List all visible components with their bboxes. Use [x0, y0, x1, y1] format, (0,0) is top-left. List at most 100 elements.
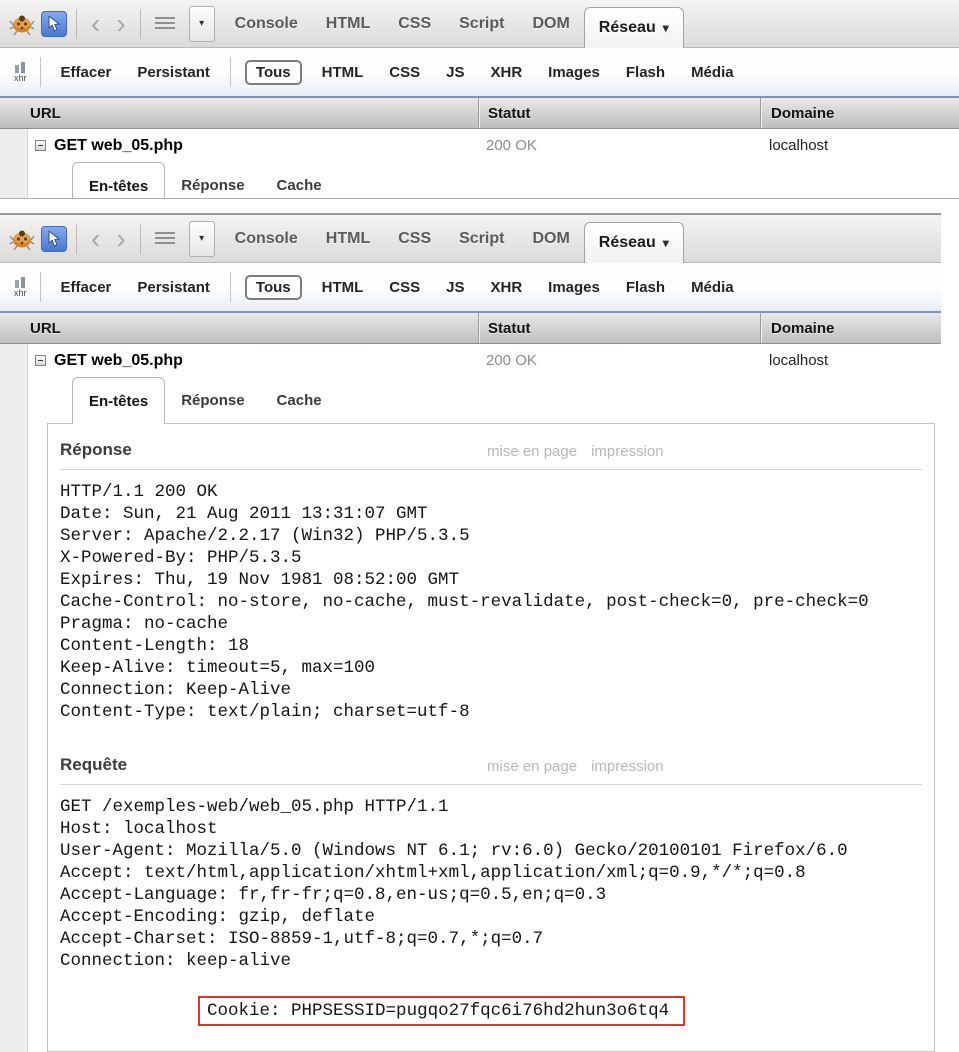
tab-dom[interactable]: DOM [518, 230, 583, 248]
filter-flash[interactable]: Flash [613, 279, 678, 296]
layout-link[interactable]: mise en page [487, 758, 577, 775]
tab-network-label: Réseau [599, 234, 656, 252]
column-header-url[interactable]: URL [0, 313, 478, 343]
inspect-element-icon[interactable] [41, 11, 67, 37]
filter-js[interactable]: JS [433, 279, 477, 296]
persist-button[interactable]: Persistant [124, 64, 223, 81]
xhr-bars-glyph [15, 277, 25, 288]
filter-media[interactable]: Média [678, 279, 747, 296]
tab-css[interactable]: CSS [384, 230, 445, 248]
chevron-down-icon: ▾ [663, 21, 669, 35]
firebug-panel: ‹ › ▾ Console HTML CSS Script DOM Réseau… [0, 0, 959, 198]
response-header-line: Server: Apache/2.2.17 (Win32) PHP/5.3.5 [60, 525, 922, 547]
filter-xhr[interactable]: XHR [478, 279, 536, 296]
tab-network-active[interactable]: Réseau ▾ [584, 222, 684, 263]
column-header-status[interactable]: Statut [478, 313, 760, 343]
request-header-line: User-Agent: Mozilla/5.0 (Windows NT 6.1;… [60, 840, 922, 862]
panel-list-icon[interactable] [155, 17, 175, 31]
detail-tab-cache[interactable]: Cache [261, 162, 338, 198]
firebug-logo-icon[interactable] [9, 227, 35, 251]
clear-button[interactable]: Effacer [48, 64, 125, 81]
column-header-domain[interactable]: Domaine [760, 313, 941, 343]
tab-css[interactable]: CSS [384, 15, 445, 33]
left-gutter [0, 129, 28, 198]
panel-list-icon[interactable] [155, 232, 175, 246]
options-dropdown-button[interactable]: ▾ [189, 6, 215, 42]
network-request-row[interactable]: GET web_05.php 200 OK localhost [28, 344, 941, 377]
firebug-panel: ‹ › ▾ Console HTML CSS Script DOM Réseau… [0, 215, 941, 1052]
response-header-line: HTTP/1.1 200 OK [60, 481, 922, 503]
clear-button[interactable]: Effacer [48, 279, 125, 296]
network-filter-toolbar: xhr Effacer Persistant Tous HTML CSS JS … [0, 263, 941, 313]
toolbar-separator [140, 224, 141, 254]
detail-tab-headers[interactable]: En-têtes [72, 377, 165, 424]
firebug-logo-icon[interactable] [9, 12, 35, 36]
forward-icon[interactable]: › [108, 12, 133, 36]
tab-html[interactable]: HTML [312, 230, 384, 248]
detail-tab-response[interactable]: Réponse [165, 377, 260, 424]
filter-all-active[interactable]: Tous [245, 60, 302, 85]
request-header-line: Accept: text/html,application/xhtml+xml,… [60, 862, 922, 884]
filter-xhr[interactable]: XHR [478, 64, 536, 81]
network-request-row[interactable]: GET web_05.php 200 OK localhost [28, 129, 959, 162]
request-status: 200 OK [477, 137, 759, 154]
back-icon[interactable]: ‹ [83, 12, 108, 36]
request-status: 200 OK [477, 352, 759, 369]
options-dropdown-button[interactable]: ▾ [189, 221, 215, 257]
filterbar-separator [230, 272, 231, 302]
response-header-line: Expires: Thu, 19 Nov 1981 08:52:00 GMT [60, 569, 922, 591]
print-link[interactable]: impression [591, 758, 664, 775]
headers-detail-panel: Réponse mise en page impression HTTP/1.1… [47, 423, 935, 1052]
xhr-breakpoints-icon[interactable]: xhr [14, 62, 27, 83]
column-header-domain[interactable]: Domaine [760, 98, 959, 128]
inspect-element-icon[interactable] [41, 226, 67, 252]
filter-html[interactable]: HTML [309, 279, 377, 296]
filter-js[interactable]: JS [433, 64, 477, 81]
forward-icon[interactable]: › [108, 227, 133, 251]
response-header-line: Pragma: no-cache [60, 613, 922, 635]
tab-console[interactable]: Console [221, 15, 312, 33]
request-group-title: Requête [60, 755, 127, 774]
tab-dom[interactable]: DOM [518, 15, 583, 33]
tab-script[interactable]: Script [445, 230, 518, 248]
column-header-url[interactable]: URL [0, 98, 478, 128]
tab-console[interactable]: Console [221, 230, 312, 248]
filter-images[interactable]: Images [535, 64, 613, 81]
response-header-line: Cache-Control: no-store, no-cache, must-… [60, 591, 922, 613]
detail-tab-response[interactable]: Réponse [165, 162, 260, 198]
back-icon[interactable]: ‹ [83, 227, 108, 251]
left-gutter [0, 344, 28, 1052]
group-divider [60, 784, 922, 785]
filter-all-active[interactable]: Tous [245, 275, 302, 300]
request-header-line: Host: localhost [60, 818, 922, 840]
detail-tab-headers[interactable]: En-têtes [72, 162, 165, 198]
request-header-line: Connection: keep-alive [60, 950, 922, 972]
network-table-header: URL Statut Domaine [0, 98, 959, 129]
persist-button[interactable]: Persistant [124, 279, 223, 296]
collapse-row-icon[interactable] [35, 355, 46, 366]
collapse-row-icon[interactable] [35, 140, 46, 151]
filter-html[interactable]: HTML [309, 64, 377, 81]
tab-network-active[interactable]: Réseau ▾ [584, 7, 684, 48]
firebug-main-toolbar: ‹ › ▾ Console HTML CSS Script DOM Réseau… [0, 215, 941, 263]
print-link[interactable]: impression [591, 443, 664, 460]
xhr-icon-label: xhr [14, 289, 27, 298]
response-header-line: Connection: Keep-Alive [60, 679, 922, 701]
filter-css[interactable]: CSS [376, 279, 433, 296]
filter-flash[interactable]: Flash [613, 64, 678, 81]
filter-media[interactable]: Média [678, 64, 747, 81]
toolbar-separator [76, 224, 77, 254]
detail-tab-cache[interactable]: Cache [261, 377, 338, 424]
xhr-breakpoints-icon[interactable]: xhr [14, 277, 27, 298]
column-header-status[interactable]: Statut [478, 98, 760, 128]
request-header-line: GET /exemples-web/web_05.php HTTP/1.1 [60, 796, 922, 818]
tab-script[interactable]: Script [445, 15, 518, 33]
filter-images[interactable]: Images [535, 279, 613, 296]
filter-css[interactable]: CSS [376, 64, 433, 81]
request-domain: localhost [759, 137, 959, 154]
response-header-line: Content-Length: 18 [60, 635, 922, 657]
tab-html[interactable]: HTML [312, 15, 384, 33]
layout-link[interactable]: mise en page [487, 443, 577, 460]
detail-tab-strip: En-têtes Réponse Cache [28, 377, 941, 424]
request-method-url: GET web_05.php [54, 137, 183, 155]
